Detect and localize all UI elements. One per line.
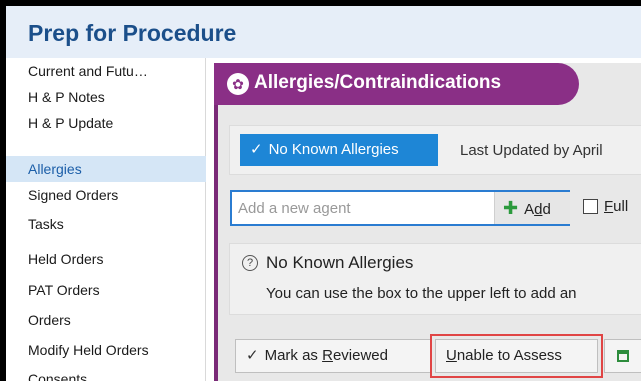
sidebar-item-held-orders[interactable]: Held Orders bbox=[6, 246, 206, 272]
sidebar-nav: Current and Futu… H & P Notes H & P Upda… bbox=[6, 58, 206, 381]
sidebar-item-hp-update[interactable]: H & P Update bbox=[6, 110, 206, 136]
sidebar-item-allergies[interactable]: Allergies bbox=[6, 156, 206, 182]
checkmark-icon: ✓ bbox=[246, 347, 259, 364]
section-header: ✿ Allergies/Contraindications bbox=[214, 63, 579, 105]
add-agent-group: ✚Add bbox=[230, 190, 570, 226]
unable-to-assess-button[interactable]: Unable to Assess bbox=[430, 334, 603, 378]
full-checkbox[interactable] bbox=[583, 199, 598, 214]
sidebar-item-consents[interactable]: Consents bbox=[6, 366, 206, 381]
add-agent-button[interactable]: ✚ Add bbox=[494, 192, 570, 224]
no-known-allergies-button[interactable]: ✓ No Known Allergies bbox=[240, 134, 438, 166]
page-title: Prep for Procedure bbox=[28, 20, 237, 46]
sidebar-item-hp-notes[interactable]: H & P Notes bbox=[6, 84, 206, 110]
sidebar-item-signed-orders[interactable]: Signed Orders bbox=[6, 182, 206, 208]
full-checkbox-label: Full bbox=[604, 198, 629, 215]
info-text: You can use the box to the upper left to… bbox=[266, 285, 577, 302]
section-title: Allergies/Contraindications bbox=[254, 72, 502, 93]
allergy-icon: ✿ bbox=[227, 73, 249, 95]
section-accent-bar bbox=[214, 63, 218, 381]
mark-as-reviewed-button[interactable]: ✓ Mark as Reviewed bbox=[235, 339, 431, 373]
sidebar-item-modify-held-orders[interactable]: Modify Held Orders bbox=[6, 337, 206, 363]
no-known-allergies-label: No Known Allergies bbox=[268, 141, 399, 158]
add-agent-input[interactable] bbox=[234, 194, 494, 222]
sidebar-item-orders[interactable]: Orders bbox=[6, 307, 206, 333]
last-updated-text: Last Updated by April bbox=[460, 142, 603, 159]
sidebar-item-pat-orders[interactable]: PAT Orders bbox=[6, 277, 206, 303]
sidebar-item-current-and-future[interactable]: Current and Futu… bbox=[6, 58, 206, 84]
calendar-icon bbox=[617, 350, 629, 362]
help-icon: ? bbox=[242, 255, 258, 271]
calendar-button[interactable] bbox=[604, 339, 641, 373]
checkmark-icon: ✓ bbox=[250, 141, 263, 158]
info-title: No Known Allergies bbox=[266, 253, 414, 272]
sidebar-item-tasks[interactable]: Tasks bbox=[6, 211, 206, 237]
plus-icon: ✚ bbox=[503, 198, 519, 218]
activity-header: Prep for Procedure bbox=[6, 6, 641, 58]
